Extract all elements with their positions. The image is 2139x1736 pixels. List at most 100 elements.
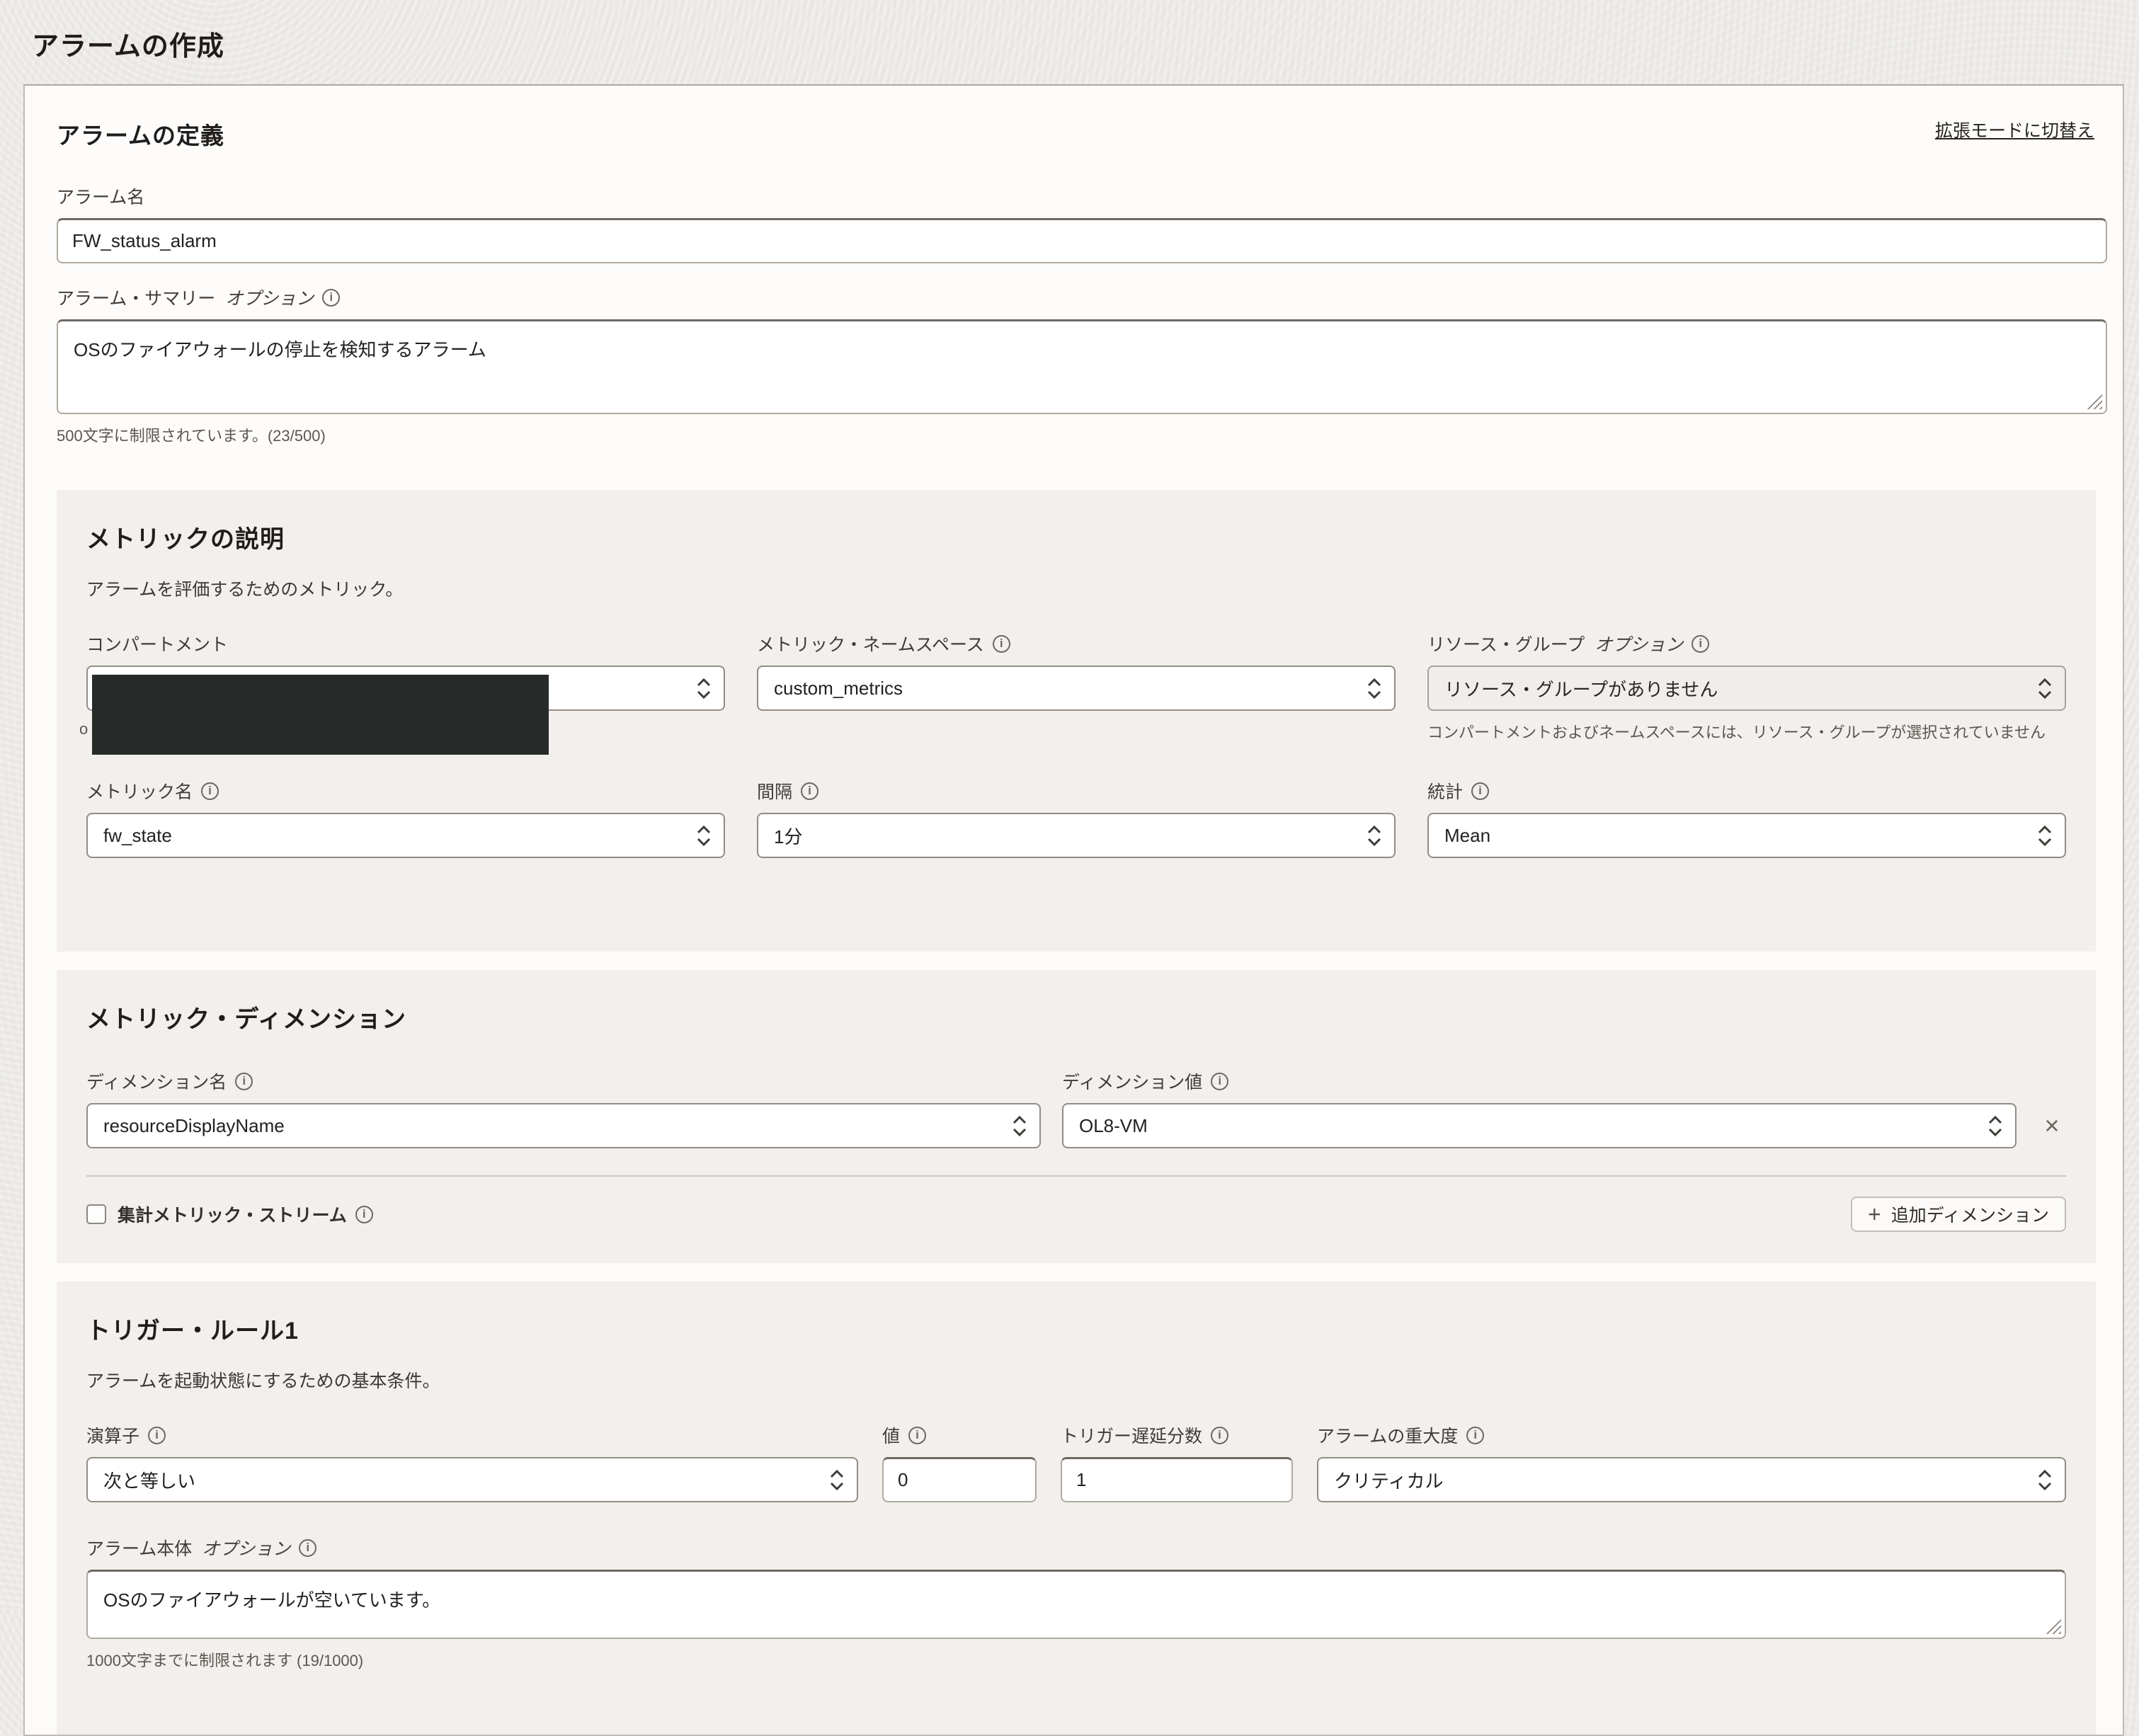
info-icon[interactable] [235, 1072, 253, 1090]
info-icon[interactable] [355, 1205, 373, 1223]
info-icon[interactable] [1211, 1072, 1229, 1090]
namespace-select[interactable]: custom_metrics [757, 666, 1396, 711]
interval-label: 間隔 [757, 782, 793, 802]
info-icon[interactable] [322, 288, 341, 307]
alarm-summary-optional-label: オプション [225, 289, 314, 309]
switch-advanced-mode-link[interactable]: 拡張モードに切替え [1935, 117, 2094, 142]
chevron-updown-icon [1367, 678, 1381, 699]
add-dimension-button[interactable]: + 追加ディメンション [1851, 1197, 2066, 1232]
resource-group-label: リソース・グループ [1427, 635, 1585, 655]
alarm-form-card: アラームの定義 拡張モードに切替え アラーム名 アラーム・サマリー オプション … [23, 84, 2124, 1736]
compartment-field: コンパートメント o [79, 631, 725, 755]
chevron-updown-icon [1367, 825, 1381, 847]
chevron-updown-icon [2038, 825, 2052, 847]
metric-name-select[interactable]: fw_state [86, 813, 725, 858]
dimension-value-label-row: ディメンション値 [1062, 1068, 2017, 1094]
info-icon[interactable] [1466, 1426, 1485, 1444]
operator-label-row: 演算子 [86, 1422, 858, 1448]
dimension-value-value: OL8-VM [1079, 1114, 1148, 1136]
info-icon[interactable] [992, 634, 1010, 653]
dimension-grid: ディメンション名 resourceDisplayName ディメンション値 [86, 1068, 2066, 1148]
metric-description-subtitle: アラームを評価するためのメトリック。 [86, 580, 404, 600]
info-icon[interactable] [299, 1538, 317, 1557]
resource-group-label-row: リソース・グループ オプション [1427, 631, 2066, 656]
dimension-name-select[interactable]: resourceDisplayName [86, 1103, 1041, 1148]
alarm-body-helper: 1000文字までに制限されます (19/1000) [86, 1652, 364, 1669]
aggregate-checkbox[interactable] [86, 1204, 106, 1224]
value-label: 値 [882, 1427, 901, 1446]
trigger-delay-label-row: トリガー遅延分数 [1061, 1422, 1293, 1448]
info-icon[interactable] [148, 1426, 166, 1444]
trigger-delay-input[interactable] [1061, 1457, 1293, 1502]
metric-grid: コンパートメント o メトリック・ネームスペース i custom_metric… [79, 631, 2066, 858]
metric-description-section: メトリックの説明 アラームを評価するためのメトリック。 コンパートメント o メ… [57, 490, 2096, 952]
value-input[interactable] [882, 1457, 1037, 1502]
chevron-updown-icon [2038, 678, 2052, 699]
chevron-updown-icon [1013, 1115, 1027, 1137]
page: { "colors": {"redaction": "#262b2a", "se… [0, 24, 2139, 1736]
statistic-label: 統計 [1427, 782, 1464, 802]
namespace-value: custom_metrics [774, 677, 903, 699]
alarm-body-field: アラーム本体 オプション OSのファイアウォールが空いています。 1000文字ま… [86, 1535, 2066, 1671]
trigger-delay-field: トリガー遅延分数 [1061, 1422, 1293, 1502]
metric-name-field: メトリック名 fw_state [86, 778, 725, 858]
alarm-body-textarea-wrap: OSのファイアウォールが空いています。 [86, 1570, 2066, 1639]
trigger-rule-section: トリガー・ルール1 アラームを起動状態にするための基本条件。 演算子 次と等しい [57, 1281, 2096, 1735]
alarm-name-label-row: アラーム名 [57, 183, 2107, 209]
dimension-divider [86, 1175, 2066, 1177]
severity-field: アラームの重大度 クリティカル [1317, 1422, 2066, 1502]
alarm-summary-textarea-wrap: OSのファイアウォールの停止を検知するアラーム [57, 319, 2107, 414]
dimension-name-field: ディメンション名 resourceDisplayName [86, 1068, 1041, 1148]
interval-label-row: 間隔 [757, 778, 1396, 804]
metric-description-heading: メトリックの説明 [86, 526, 285, 553]
statistic-value: Mean [1444, 824, 1491, 846]
chevron-updown-icon [2038, 1469, 2052, 1491]
alarm-summary-helper: 500文字に制限されています。(23/500) [57, 427, 326, 445]
add-dimension-button-label: 追加ディメンション [1890, 1206, 2049, 1226]
metric-name-value: fw_state [103, 824, 172, 846]
resource-group-optional-label: オプション [1595, 635, 1684, 655]
alarm-name-input[interactable] [57, 218, 2107, 263]
dimension-value-select[interactable]: OL8-VM [1062, 1103, 2017, 1148]
info-icon[interactable] [1211, 1426, 1229, 1444]
dimension-name-value: resourceDisplayName [103, 1114, 285, 1136]
define-header-row: アラームの定義 拡張モードに切替え [57, 117, 2107, 151]
compartment-helper-fragment: o [79, 720, 89, 738]
info-icon[interactable] [1471, 782, 1490, 800]
redaction-box [92, 675, 549, 755]
info-icon[interactable] [1692, 634, 1710, 653]
info-icon[interactable] [908, 1426, 927, 1444]
info-icon[interactable] [801, 782, 819, 800]
remove-dimension-icon[interactable]: × [2038, 1103, 2066, 1148]
alarm-summary-textarea[interactable]: OSのファイアウォールの停止を検知するアラーム [57, 319, 2107, 414]
alarm-summary-label: アラーム・サマリー [57, 289, 216, 309]
alarm-body-textarea[interactable]: OSのファイアウォールが空いています。 [86, 1570, 2066, 1639]
interval-select[interactable]: 1分 [757, 813, 1396, 858]
severity-value: クリティカル [1334, 1470, 1444, 1492]
interval-value: 1分 [774, 826, 803, 847]
dimension-footer-row: 集計メトリック・ストリーム + 追加ディメンション [86, 1197, 2066, 1232]
statistic-label-row: 統計 [1427, 778, 2066, 804]
plus-icon: + [1868, 1201, 1881, 1227]
alarm-body-label-row: アラーム本体 オプション [86, 1535, 2066, 1560]
operator-select[interactable]: 次と等しい [86, 1457, 858, 1502]
resource-group-value: リソース・グループがありません [1444, 678, 1718, 700]
dimension-name-label: ディメンション名 [86, 1073, 227, 1092]
chevron-updown-icon [697, 825, 711, 847]
resource-group-select[interactable]: リソース・グループがありません [1427, 666, 2066, 711]
operator-field: 演算子 次と等しい [86, 1422, 858, 1502]
trigger-rule-heading: トリガー・ルール1 [86, 1318, 299, 1344]
severity-label-row: アラームの重大度 [1317, 1422, 2066, 1448]
namespace-label-row: メトリック・ネームスペース [757, 631, 1396, 656]
trigger-delay-label: トリガー遅延分数 [1061, 1427, 1203, 1446]
compartment-label: コンパートメント [86, 635, 229, 655]
operator-label: 演算子 [86, 1427, 140, 1446]
dimension-value-field: ディメンション値 OL8-VM [1062, 1068, 2017, 1148]
statistic-select[interactable]: Mean [1427, 813, 2066, 858]
alarm-name-label: アラーム名 [57, 188, 145, 207]
namespace-label: メトリック・ネームスペース [757, 635, 984, 655]
alarm-summary-field: アラーム・サマリー オプション OSのファイアウォールの停止を検知するアラーム … [57, 285, 2107, 446]
info-icon[interactable] [201, 782, 219, 800]
compartment-label-row: コンパートメント [86, 631, 725, 656]
severity-select[interactable]: クリティカル [1317, 1457, 2066, 1502]
